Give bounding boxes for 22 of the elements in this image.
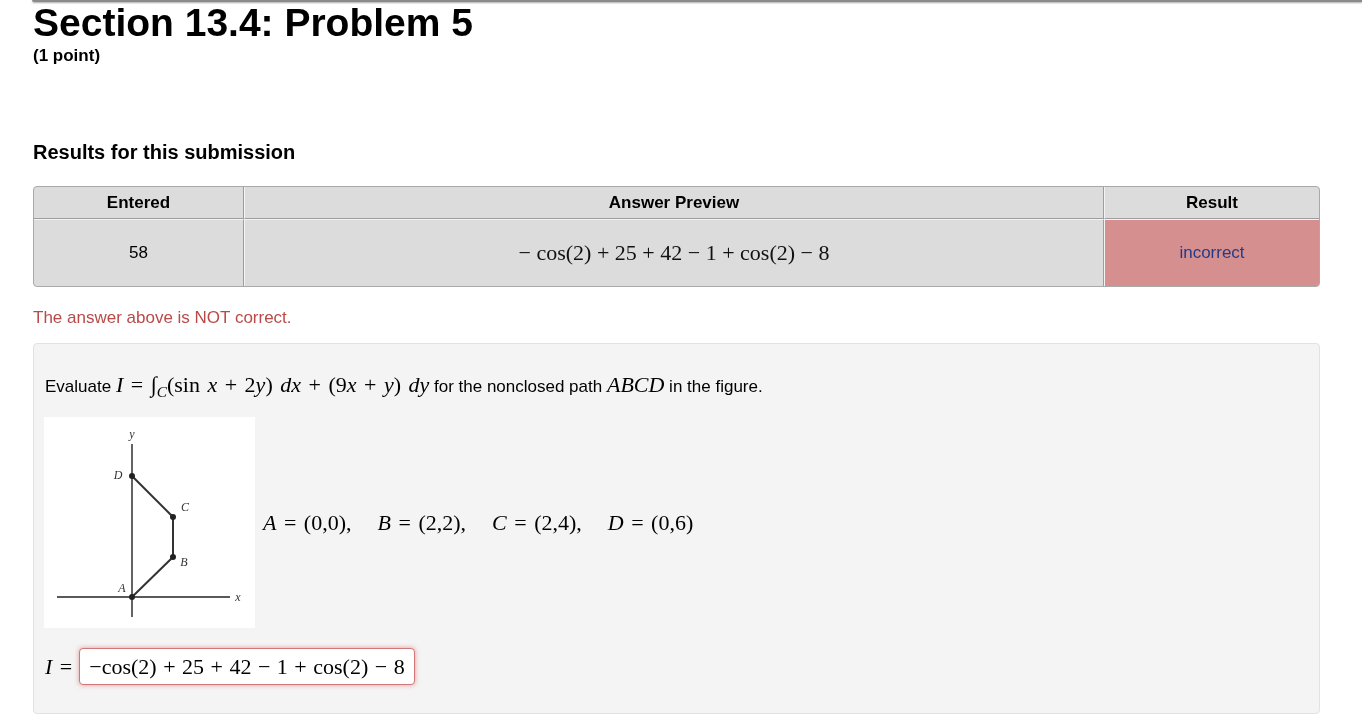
coordinate-text: D = (0,6) [607,510,694,535]
axis-label: x [235,590,241,604]
answer-label: I = [45,654,73,679]
table-cell: 58 [34,219,244,286]
points-label: (1 point) [33,46,102,66]
results-heading: Results for this submission [33,141,297,164]
answer-preview-cell: − cos(2) + 25 + 42 − 1 + cos(2) − 8 [244,219,1104,286]
feedback-message: The answer above is NOT correct. [33,308,293,328]
point-label: A [118,581,126,595]
answer-field[interactable]: −cos(2) + 25 + 42 − 1 + cos(2) − 8 [79,648,415,685]
point-label: D [113,468,123,482]
point-label: C [181,500,189,514]
coordinate-text: B = (2,2), [377,510,467,535]
column-header: Entered [34,187,244,219]
column-header: Answer Preview [244,187,1104,219]
axis-label: y [129,427,135,441]
page-title: Section 13.4: Problem 5 [33,0,474,45]
result-cell: incorrect [1104,219,1319,286]
problem-statement: Evaluate I = ∫$_{C}$(sin x + 2y) dx + (9x + y) dy for the nonclosed path ABCD in the figure. [45,373,764,397]
point-label: B [180,555,188,569]
coordinate-text: A = (0,0), [263,510,352,535]
coordinate-text: C = (2,4), [492,510,582,535]
